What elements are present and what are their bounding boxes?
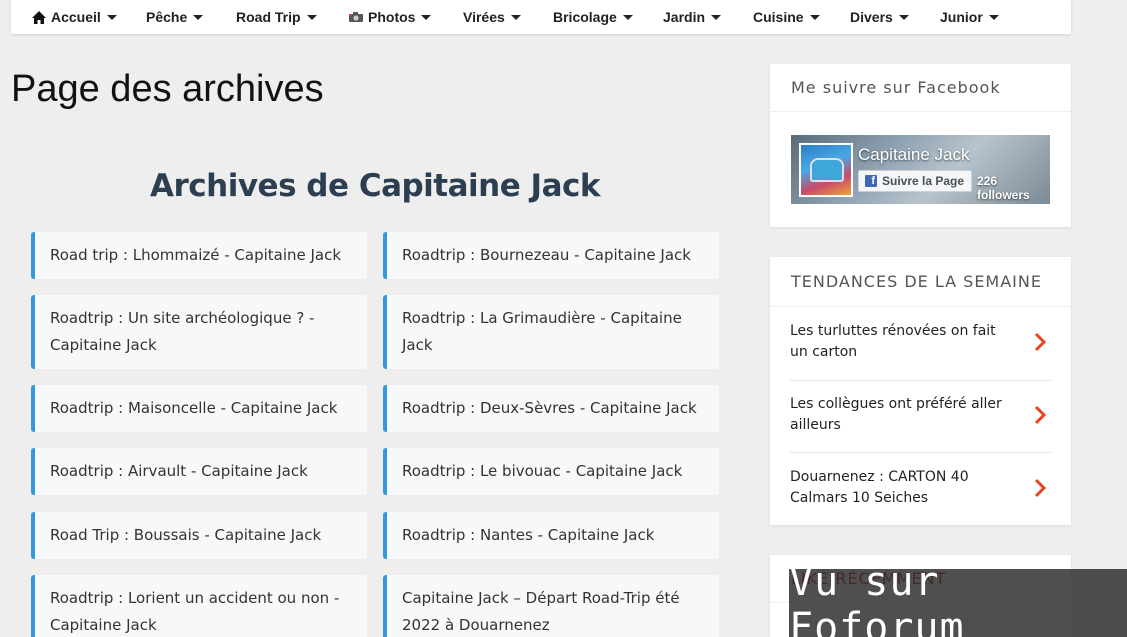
nav-label: Virées <box>463 9 505 25</box>
nav-item-photos[interactable]: Photos <box>348 0 432 34</box>
nav-item-jardin[interactable]: Jardin <box>663 0 722 34</box>
follow-page-button[interactable]: f Suivre la Page <box>858 170 972 192</box>
facebook-page-plugin[interactable]: Capitaine Jack f Suivre la Page 226 foll… <box>791 135 1050 204</box>
archive-card[interactable]: Road Trip : Boussais - Capitaine Jack <box>31 512 367 559</box>
archive-card[interactable]: Roadtrip : Deux-Sèvres - Capitaine Jack <box>383 385 719 432</box>
nav-label: Road Trip <box>236 9 301 25</box>
chevron-down-icon <box>622 15 633 20</box>
nav-item-divers[interactable]: Divers <box>850 0 909 34</box>
archive-card-title: Capitaine Jack – Départ Road-Trip été 20… <box>402 589 680 634</box>
nav-item-virees[interactable]: Virées <box>463 0 521 34</box>
archive-card-title: Roadtrip : La Grimaudière - Capitaine Ja… <box>402 309 682 354</box>
followers-count: 226 followers <box>977 174 1030 202</box>
archive-card-title: Roadtrip : Maisoncelle - Capitaine Jack <box>50 399 338 417</box>
archive-card-title: Roadtrip : Bournezeau - Capitaine Jack <box>402 246 691 264</box>
widget-title: TENDANCES DE LA SEMAINE <box>770 257 1071 307</box>
nav-item-road-trip[interactable]: Road Trip <box>236 0 317 34</box>
widget-title: Me suivre sur Facebook <box>770 64 1071 112</box>
nav-label: Divers <box>850 9 893 25</box>
nav-label: Cuisine <box>753 9 804 25</box>
chevron-right-icon <box>1034 332 1047 352</box>
trend-item-title: Les collègues ont préféré aller ailleurs <box>790 396 1002 433</box>
trend-item-title: Les turluttes rénovées on fait un carton <box>790 323 996 360</box>
facebook-icon: f <box>865 175 877 187</box>
page-title: Page des archives <box>11 68 324 110</box>
trend-item[interactable]: Douarnenez : CARTON 40 Calmars 10 Seiche… <box>790 467 1051 509</box>
trend-item-title: Douarnenez : CARTON 40 Calmars 10 Seiche… <box>790 469 969 506</box>
chevron-down-icon <box>711 15 722 20</box>
watermark-text: Vu sur Foforum <box>789 559 965 637</box>
archive-card-title: Roadtrip : Deux-Sèvres - Capitaine Jack <box>402 399 697 417</box>
chevron-down-icon <box>193 15 204 20</box>
nav-item-accueil[interactable]: Accueil <box>31 0 117 34</box>
chevron-down-icon <box>421 15 432 20</box>
chevron-down-icon <box>809 15 820 20</box>
chevron-right-icon <box>1034 405 1047 425</box>
chevron-down-icon <box>510 15 521 20</box>
nav-label: Accueil <box>51 9 101 25</box>
chevron-down-icon <box>988 15 999 20</box>
nav-item-peche[interactable]: Pêche <box>146 0 204 34</box>
archive-card[interactable]: Road trip : Lhommaizé - Capitaine Jack <box>31 232 367 279</box>
nav-label: Junior <box>940 9 983 25</box>
nav-label: Pêche <box>146 9 188 25</box>
chevron-down-icon <box>898 15 909 20</box>
archive-card[interactable]: Roadtrip : Le bivouac - Capitaine Jack <box>383 448 719 495</box>
archive-heading: Archives de Capitaine Jack <box>149 168 601 204</box>
archive-card-title: Roadtrip : Airvault - Capitaine Jack <box>50 462 308 480</box>
nav-item-junior[interactable]: Junior <box>940 0 999 34</box>
archive-card[interactable]: Roadtrip : Airvault - Capitaine Jack <box>31 448 367 495</box>
archive-card[interactable]: Capitaine Jack – Départ Road-Trip été 20… <box>383 575 719 637</box>
archive-card-title: Road Trip : Boussais - Capitaine Jack <box>50 526 322 544</box>
follow-label: Suivre la Page <box>882 174 965 188</box>
nav-label: Bricolage <box>553 9 617 25</box>
archive-card[interactable]: Roadtrip : La Grimaudière - Capitaine Ja… <box>383 295 719 369</box>
archive-card-title: Roadtrip : Lorient un accident ou non - … <box>50 589 340 634</box>
chevron-down-icon <box>306 15 317 20</box>
page-avatar[interactable] <box>799 143 853 197</box>
nav-item-bricolage[interactable]: Bricolage <box>553 0 633 34</box>
main-nav: Accueil Pêche Road Trip Photos Virées Br… <box>11 0 1071 34</box>
van-image <box>810 158 844 182</box>
home-icon <box>31 10 47 25</box>
trend-item[interactable]: Les turluttes rénovées on fait un carton <box>790 321 1051 363</box>
trends-widget: TENDANCES DE LA SEMAINE Les turluttes ré… <box>770 257 1071 525</box>
camera-icon <box>348 11 364 23</box>
archive-card[interactable]: Roadtrip : Un site archéologique ? - Cap… <box>31 295 367 369</box>
archive-card[interactable]: Roadtrip : Nantes - Capitaine Jack <box>383 512 719 559</box>
archive-card-title: Road trip : Lhommaizé - Capitaine Jack <box>50 246 342 264</box>
chevron-right-icon <box>1034 478 1047 498</box>
archive-card[interactable]: Roadtrip : Bournezeau - Capitaine Jack <box>383 232 719 279</box>
watermark-overlay: Vu sur Foforum <box>789 559 1127 637</box>
trend-item[interactable]: Les collègues ont préféré aller ailleurs <box>790 394 1051 436</box>
archive-card-title: Roadtrip : Le bivouac - Capitaine Jack <box>402 462 683 480</box>
chevron-down-icon <box>106 15 117 20</box>
archive-card[interactable]: Roadtrip : Lorient un accident ou non - … <box>31 575 367 637</box>
archive-card[interactable]: Roadtrip : Maisoncelle - Capitaine Jack <box>31 385 367 432</box>
nav-label: Photos <box>368 9 416 25</box>
facebook-page-name[interactable]: Capitaine Jack <box>858 145 970 165</box>
nav-item-cuisine[interactable]: Cuisine <box>753 0 820 34</box>
archive-card-title: Roadtrip : Nantes - Capitaine Jack <box>402 526 655 544</box>
archive-card-title: Roadtrip : Un site archéologique ? - Cap… <box>50 309 315 354</box>
divider <box>790 452 1051 453</box>
nav-label: Jardin <box>663 9 706 25</box>
divider <box>790 380 1051 381</box>
facebook-widget: Me suivre sur Facebook Capitaine Jack f … <box>770 64 1071 227</box>
